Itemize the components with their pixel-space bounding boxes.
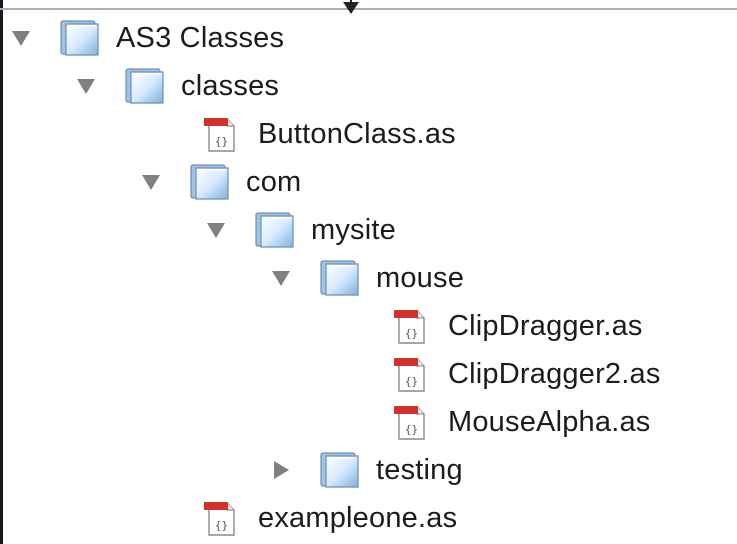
svg-text:{}: {} [215,135,228,148]
actionscript-file-icon: {} [390,402,430,442]
folder-icon [318,258,362,298]
actionscript-file-icon: {} [390,354,430,394]
folder-icon [58,18,102,58]
disclosure-triangle-right-icon[interactable] [270,459,292,481]
folder-label: classes [181,69,280,102]
svg-text:{}: {} [405,423,418,436]
folder-label: mouse [376,261,465,294]
file-label: ButtonClass.as [258,117,456,150]
folder-icon [188,162,232,202]
actionscript-file-icon: {} [390,306,430,346]
file-tree: AS3 Classes classes {} ButtonClass.as com mys… [0,0,737,544]
folder-label: mysite [311,213,396,246]
file-row[interactable]: {} exampleone.as [200,494,457,542]
file-row[interactable]: {} ButtonClass.as [200,110,456,158]
folder-row[interactable]: mysite [205,206,396,254]
disclosure-triangle-down-icon[interactable] [75,75,97,97]
folder-row[interactable]: com [140,158,301,206]
folder-label: testing [376,453,463,486]
file-row[interactable]: {} MouseAlpha.as [390,398,651,446]
file-label: exampleone.as [258,501,458,534]
folder-icon [318,450,362,490]
svg-text:{}: {} [405,375,418,388]
folder-row[interactable]: testing [270,446,463,494]
folder-icon [253,210,297,250]
actionscript-file-icon: {} [200,114,240,154]
file-row[interactable]: {} ClipDragger.as [390,302,643,350]
disclosure-triangle-down-icon[interactable] [140,171,162,193]
file-row[interactable]: {} ClipDragger2.as [390,350,661,398]
svg-text:{}: {} [405,327,418,340]
disclosure-triangle-down-icon[interactable] [270,267,292,289]
folder-row[interactable]: AS3 Classes [10,14,284,62]
disclosure-triangle-down-icon[interactable] [10,27,32,49]
folder-icon [123,66,167,106]
disclosure-triangle-down-icon[interactable] [205,219,227,241]
folder-row[interactable]: mouse [270,254,464,302]
folder-label: com [246,165,302,198]
file-label: ClipDragger.as [448,309,643,342]
file-label: MouseAlpha.as [448,405,651,438]
file-label: ClipDragger2.as [448,357,661,390]
svg-text:{}: {} [215,519,228,532]
folder-label: AS3 Classes [116,21,285,54]
folder-row[interactable]: classes [75,62,279,110]
actionscript-file-icon: {} [200,498,240,538]
